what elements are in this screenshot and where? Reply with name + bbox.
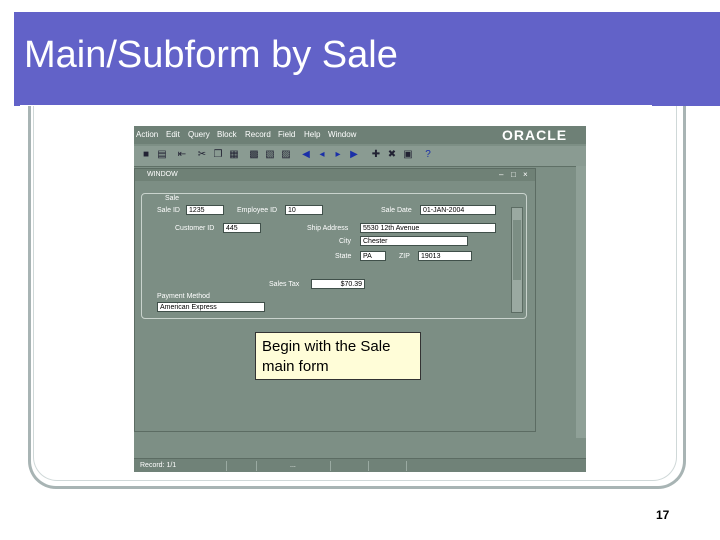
- menu-record[interactable]: Record: [245, 130, 271, 139]
- help-icon[interactable]: ?: [422, 149, 434, 161]
- menu-help[interactable]: Help: [304, 130, 320, 139]
- callout-note: Begin with the Sale main form: [255, 332, 421, 380]
- oracle-forms-window: Action Edit Query Block Record Field Hel…: [134, 126, 586, 472]
- city-field[interactable]: Chester: [360, 236, 468, 246]
- insert-record-icon[interactable]: ✚: [370, 149, 382, 161]
- save-icon[interactable]: ■: [140, 149, 152, 161]
- menu-query[interactable]: Query: [188, 130, 210, 139]
- zip-label: ZIP: [399, 253, 410, 260]
- sale-id-label: Sale ID: [157, 207, 180, 214]
- last-record-icon[interactable]: ▶: [348, 149, 360, 161]
- ship-address-label: Ship Address: [307, 225, 349, 232]
- record-scrollbar-thumb[interactable]: [513, 220, 521, 280]
- employee-id-field[interactable]: 10: [285, 205, 323, 215]
- page-number: 17: [656, 508, 670, 522]
- minimize-icon[interactable]: –: [499, 170, 503, 179]
- cut-icon[interactable]: ✂: [196, 149, 208, 161]
- sale-date-label: Sale Date: [381, 207, 412, 214]
- form-window: WINDOW – □ × Sale Sale ID 1235 Employee …: [134, 168, 536, 432]
- status-divider: [406, 461, 407, 471]
- maximize-icon[interactable]: □: [511, 170, 516, 179]
- menu-block[interactable]: Block: [217, 130, 237, 139]
- employee-id-label: Employee ID: [237, 207, 278, 214]
- status-divider: [368, 461, 369, 471]
- record-status: Record: 1/1: [140, 462, 177, 469]
- enter-query-icon[interactable]: ▩: [248, 149, 260, 161]
- customer-id-field[interactable]: 445: [223, 223, 261, 233]
- next-record-icon[interactable]: ▸: [332, 149, 344, 161]
- first-record-icon[interactable]: ◀: [300, 149, 312, 161]
- payment-method-field[interactable]: American Express: [157, 302, 265, 312]
- state-field[interactable]: PA: [360, 251, 386, 261]
- sale-id-field[interactable]: 1235: [186, 205, 224, 215]
- menu-field[interactable]: Field: [278, 130, 295, 139]
- copy-icon[interactable]: ❐: [212, 149, 224, 161]
- status-extra: ...: [290, 462, 296, 469]
- exit-icon[interactable]: ⇤: [176, 149, 188, 161]
- toolbar: ■ ▤ ⇤ ✂ ❐ ▦ ▩ ▧ ▨ ◀ ◂ ▸ ▶ ✚ ✖ ▣ ?: [134, 146, 586, 167]
- menu-action[interactable]: Action: [136, 130, 158, 139]
- execute-query-icon[interactable]: ▧: [264, 149, 276, 161]
- slide-title: Main/Subform by Sale: [24, 34, 398, 76]
- sale-date-field[interactable]: 01-JAN-2004: [420, 205, 496, 215]
- cancel-query-icon[interactable]: ▨: [280, 149, 292, 161]
- menu-window[interactable]: Window: [328, 130, 356, 139]
- window-vertical-scrollbar[interactable]: [576, 166, 586, 438]
- status-divider: [226, 461, 227, 471]
- menu-edit[interactable]: Edit: [166, 130, 180, 139]
- city-label: City: [339, 238, 352, 245]
- form-window-titlebar: WINDOW – □ ×: [135, 169, 535, 181]
- delete-record-icon[interactable]: ✖: [386, 149, 398, 161]
- status-divider: [256, 461, 257, 471]
- customer-id-label: Customer ID: [175, 225, 215, 232]
- window-title: WINDOW: [147, 171, 178, 178]
- zip-field[interactable]: 19013: [418, 251, 472, 261]
- oracle-logo: ORACLE: [502, 127, 568, 143]
- menu-bar: Action Edit Query Block Record Field Hel…: [134, 126, 586, 144]
- status-bar: Record: 1/1 ...: [134, 458, 586, 472]
- print-icon[interactable]: ▤: [156, 149, 168, 161]
- record-scrollbar[interactable]: [511, 207, 523, 313]
- status-divider: [330, 461, 331, 471]
- ship-address-field[interactable]: 5530 12th Avenue: [360, 223, 496, 233]
- lock-record-icon[interactable]: ▣: [402, 149, 414, 161]
- sales-tax-field[interactable]: $70.39: [311, 279, 365, 289]
- group-label: Sale: [165, 195, 180, 202]
- paste-icon[interactable]: ▦: [228, 149, 240, 161]
- sales-tax-label: Sales Tax: [269, 281, 300, 288]
- close-icon[interactable]: ×: [523, 170, 528, 179]
- payment-method-label: Payment Method: [157, 293, 210, 300]
- previous-record-icon[interactable]: ◂: [316, 149, 328, 161]
- state-label: State: [335, 253, 352, 260]
